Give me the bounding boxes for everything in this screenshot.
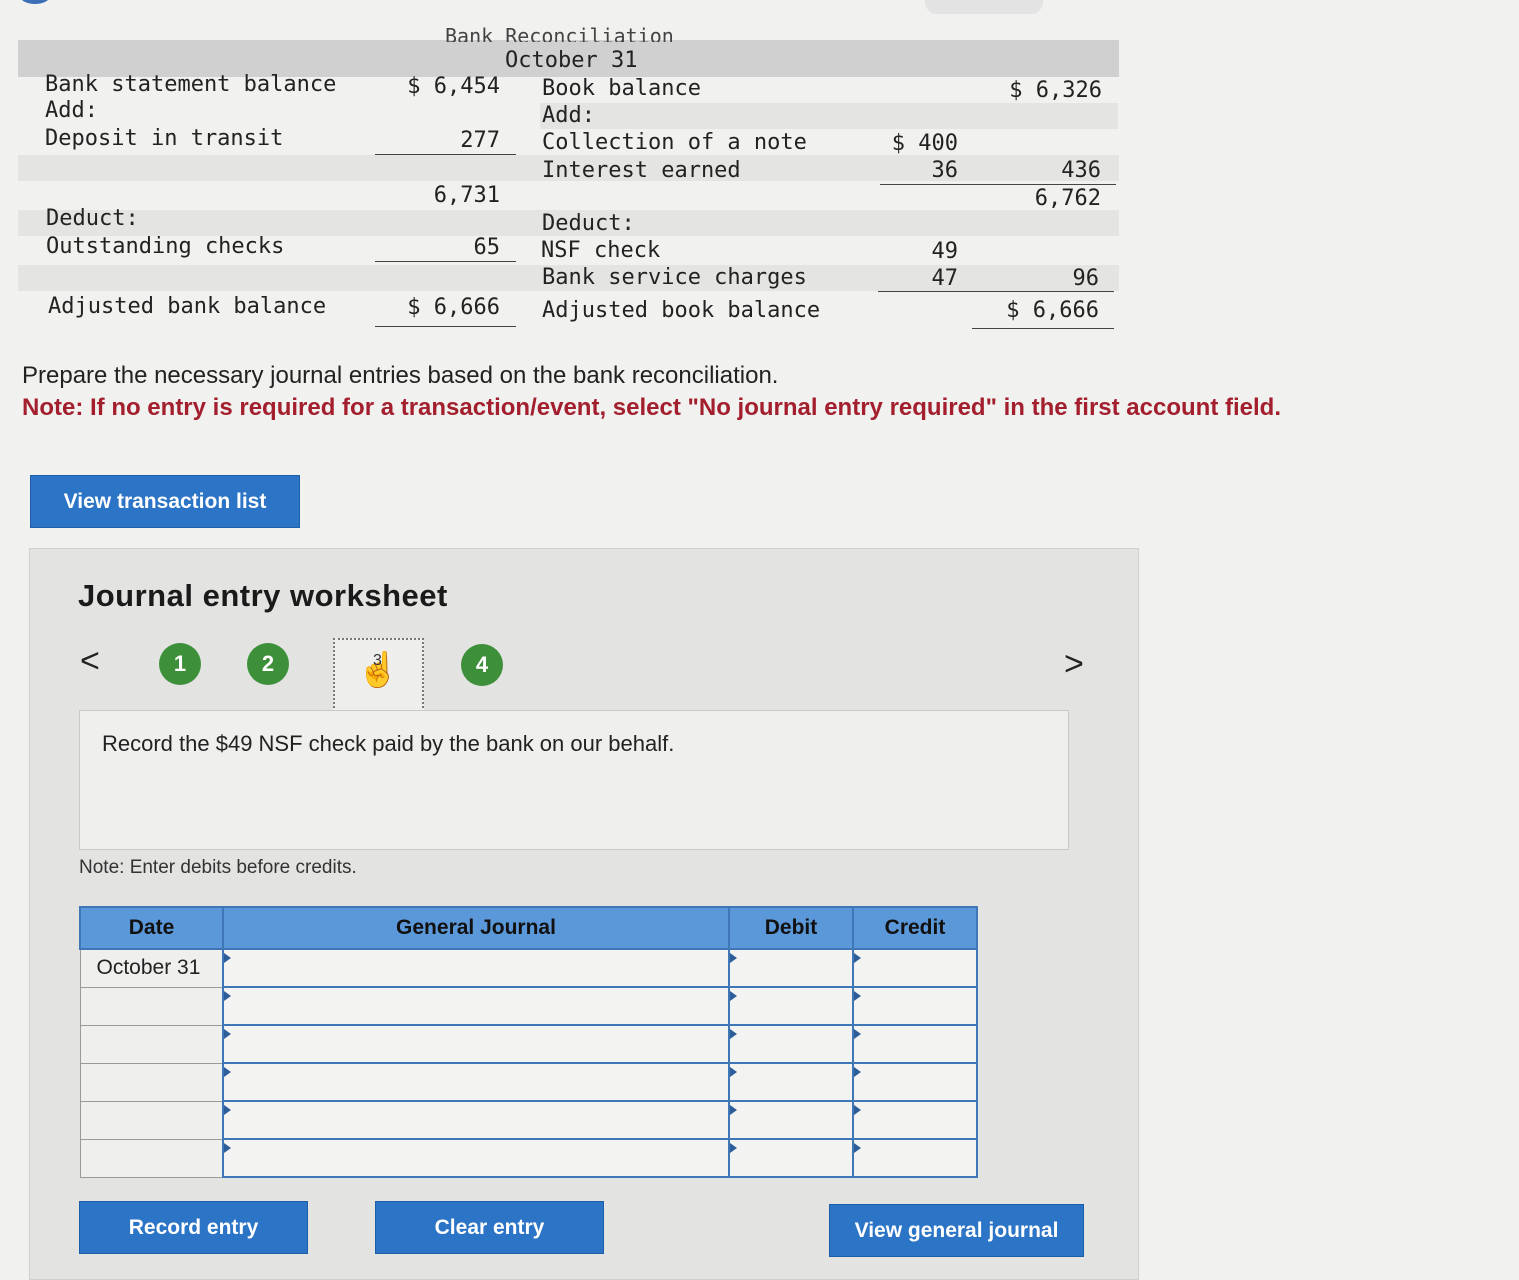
instruction-text: Prepare the necessary journal entries ba…	[22, 362, 779, 389]
table-row	[79, 1100, 978, 1140]
add-label: Add:	[45, 98, 98, 123]
nsf-check-label: NSF check	[541, 238, 661, 263]
credit-input[interactable]	[852, 1062, 978, 1102]
book-add-label: Add:	[542, 103, 595, 128]
account-input[interactable]	[222, 948, 730, 988]
nsf-check-value: 49	[931, 239, 959, 264]
next-step-arrow[interactable]: >	[1064, 645, 1084, 684]
date-cell	[79, 1062, 224, 1102]
step-3-active[interactable]: ☝ 3	[333, 638, 424, 712]
bank-statement-label: Bank statement balance	[45, 72, 337, 97]
adjusted-book-value: $ 6,666	[1006, 298, 1099, 323]
date-cell	[79, 1024, 224, 1064]
credit-input[interactable]	[852, 986, 978, 1026]
table-row	[79, 1138, 978, 1178]
account-input[interactable]	[222, 986, 730, 1026]
credit-input[interactable]	[852, 1138, 978, 1178]
table-row	[79, 1024, 978, 1064]
debit-input[interactable]	[728, 948, 854, 988]
step-2[interactable]: 2	[247, 643, 289, 685]
credit-input[interactable]	[852, 948, 978, 988]
row-band	[540, 103, 1118, 129]
top-partial-icon	[20, 0, 50, 4]
deposit-in-transit-value: 277	[460, 128, 500, 153]
top-partial-button[interactable]	[925, 0, 1043, 14]
debit-note: Note: Enter debits before credits.	[79, 857, 357, 878]
book-subtotal-value: 6,762	[1034, 186, 1101, 211]
credit-input[interactable]	[852, 1024, 978, 1064]
outstanding-checks-value: 65	[473, 235, 501, 260]
debit-header: Debit	[728, 906, 854, 950]
step-1[interactable]: 1	[159, 643, 201, 685]
recon-date: October 31	[505, 48, 638, 73]
recon-title: Bank Reconciliation	[445, 24, 674, 42]
table-row	[79, 986, 978, 1026]
table-row	[79, 1062, 978, 1102]
book-deduct-label: Deduct:	[542, 211, 635, 236]
bank-statement-value: $ 6,454	[407, 74, 500, 99]
outstanding-checks-label: Outstanding checks	[46, 234, 285, 259]
adjusted-bank-label: Adjusted bank balance	[48, 294, 327, 319]
interest-earned-label: Interest earned	[542, 158, 741, 183]
divider	[880, 184, 1116, 185]
journal-table: Date General Journal Debit Credit Octobe…	[79, 906, 978, 1178]
worksheet-title: Journal entry worksheet	[78, 578, 448, 613]
bank-service-charges-value: 47	[931, 266, 959, 291]
step-4[interactable]: 4	[461, 644, 503, 686]
account-input[interactable]	[222, 1138, 730, 1178]
adjusted-bank-value: $ 6,666	[407, 295, 500, 320]
interest-earned-value: 36	[931, 158, 959, 183]
book-balance-value: $ 6,326	[1009, 78, 1102, 103]
bank-subtotal-value: 6,731	[433, 183, 500, 208]
instruction-note: Note: If no entry is required for a tran…	[22, 394, 1281, 421]
date-cell	[79, 1100, 224, 1140]
deposit-in-transit-label: Deposit in transit	[45, 126, 284, 151]
debit-input[interactable]	[728, 1024, 854, 1064]
debit-input[interactable]	[728, 1138, 854, 1178]
date-cell	[79, 1138, 224, 1178]
debit-input[interactable]	[728, 1100, 854, 1140]
adjusted-book-label: Adjusted book balance	[542, 298, 821, 323]
collection-note-value: $ 400	[891, 131, 958, 156]
collection-note-label: Collection of a note	[542, 130, 807, 155]
book-deduct-total: 96	[1072, 266, 1100, 291]
credit-header: Credit	[852, 906, 978, 950]
divider	[878, 291, 1114, 292]
account-input[interactable]	[222, 1062, 730, 1102]
step-3-label: 3	[373, 652, 382, 669]
account-input[interactable]	[222, 1100, 730, 1140]
record-entry-button[interactable]: Record entry	[79, 1201, 308, 1254]
credit-input[interactable]	[852, 1100, 978, 1140]
date-cell	[79, 986, 224, 1026]
divider	[375, 261, 516, 262]
table-row: October 31	[79, 948, 978, 988]
view-general-journal-button[interactable]: View general journal	[829, 1204, 1084, 1257]
date-cell: October 31	[79, 948, 224, 988]
debit-input[interactable]	[728, 1062, 854, 1102]
prev-step-arrow[interactable]: <	[80, 642, 100, 681]
book-balance-label: Book balance	[542, 76, 701, 101]
divider	[375, 326, 516, 327]
book-add-total: 436	[1061, 158, 1101, 183]
debit-input[interactable]	[728, 986, 854, 1026]
divider	[972, 328, 1114, 329]
view-transaction-list-button[interactable]: View transaction list	[30, 475, 300, 528]
bank-service-charges-label: Bank service charges	[542, 265, 807, 290]
clear-entry-button[interactable]: Clear entry	[375, 1201, 604, 1254]
general-journal-header: General Journal	[222, 906, 730, 950]
divider	[375, 154, 516, 155]
deduct-label: Deduct:	[46, 206, 139, 231]
account-input[interactable]	[222, 1024, 730, 1064]
worksheet-instruction: Record the $49 NSF check paid by the ban…	[102, 731, 675, 756]
date-header: Date	[79, 906, 224, 950]
